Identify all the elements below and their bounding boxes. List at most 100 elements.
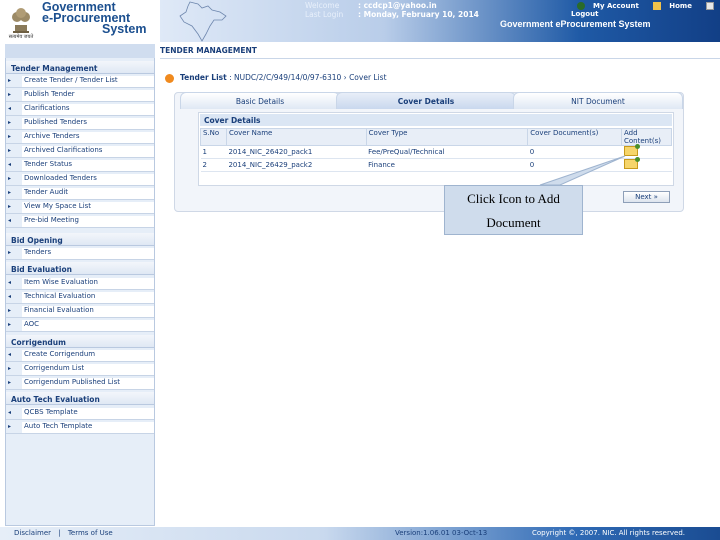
sidebar-item[interactable]: ▸ View My Space List bbox=[6, 200, 154, 214]
sidebar-item[interactable]: ◂ Item Wise Evaluation bbox=[6, 276, 154, 290]
arrow-icon: ▸ bbox=[8, 423, 12, 430]
breadcrumb-leaf: Cover List bbox=[349, 73, 387, 82]
home-icon bbox=[653, 2, 662, 10]
user-icon bbox=[577, 2, 585, 10]
footer-links: Disclaimer | Terms of Use bbox=[14, 529, 113, 537]
sidebar-item-label: Clarifications bbox=[22, 104, 154, 115]
bullet-icon bbox=[165, 73, 174, 83]
disclaimer-link[interactable]: Disclaimer bbox=[14, 529, 51, 537]
cell-cover-name: 2014_NIC_26429_pack2 bbox=[226, 158, 367, 172]
home-link[interactable]: Home bbox=[647, 2, 692, 10]
arrow-icon: ◂ bbox=[8, 351, 12, 358]
column-header-cover-document: Cover Document(s) bbox=[527, 128, 623, 146]
terms-link[interactable]: Terms of Use bbox=[68, 529, 113, 537]
logout-icon bbox=[706, 2, 715, 10]
sidebar-item-label: Publish Tender bbox=[22, 90, 154, 101]
sidebar-item[interactable]: ◂ Technical Evaluation bbox=[6, 290, 154, 304]
sidebar-item[interactable]: ▸ Publish Tender bbox=[6, 88, 154, 102]
sidebar-item[interactable]: ◂ Tender Status bbox=[6, 158, 154, 172]
column-header-sno: S.No bbox=[200, 128, 227, 146]
sidebar-item[interactable]: ▸ Archived Clarifications bbox=[6, 144, 154, 158]
home-label: Home bbox=[669, 2, 692, 10]
sidebar-item[interactable]: ▸ Corrigendum List bbox=[6, 362, 154, 376]
cell-sno: 1 bbox=[200, 145, 227, 159]
footer-separator: | bbox=[58, 529, 61, 537]
sidebar-section-tender-management: Tender Management bbox=[6, 61, 154, 74]
arrow-icon: ◂ bbox=[8, 217, 12, 224]
breadcrumb-separator: › bbox=[343, 73, 347, 82]
sidebar-item[interactable]: ▸ Published Tenders bbox=[6, 116, 154, 130]
table-row: 1 2014_NIC_26420_pack1 Fee/PreQual/Techn… bbox=[200, 144, 672, 159]
cell-cover-type: Finance bbox=[366, 158, 528, 172]
sidebar-item-label: QCBS Template bbox=[22, 408, 154, 419]
sidebar-item[interactable]: ▸ Tenders bbox=[6, 246, 154, 260]
arrow-icon: ▸ bbox=[8, 307, 12, 314]
breadcrumb-root[interactable]: Tender List bbox=[180, 73, 227, 82]
arrow-icon: ▸ bbox=[8, 175, 12, 182]
column-header-cover-name: Cover Name bbox=[225, 128, 367, 146]
sidebar-item-label: Tenders bbox=[22, 248, 154, 259]
sidebar-item[interactable]: ▸ AOC bbox=[6, 318, 154, 332]
column-header-cover-type: Cover Type bbox=[365, 128, 529, 146]
sidebar-item[interactable]: ▸ Tender Audit bbox=[6, 186, 154, 200]
sidebar-item-label: Downloaded Tenders bbox=[22, 174, 154, 185]
tab-cover-details[interactable]: Cover Details bbox=[336, 92, 516, 109]
india-map-icon bbox=[179, 1, 227, 42]
sidebar-item[interactable]: ▸ Create Tender / Tender List bbox=[6, 74, 154, 88]
my-account-link[interactable]: My Account bbox=[571, 2, 639, 10]
cell-cover-name: 2014_NIC_26420_pack1 bbox=[226, 145, 367, 159]
sidebar-item-label: Create Tender / Tender List bbox=[22, 76, 154, 87]
emblem-label: सत्यमेव जयते bbox=[8, 34, 34, 40]
tab-nit-document[interactable]: NIT Document bbox=[513, 92, 683, 109]
welcome-value: : ccdcp1@yahoo.in bbox=[358, 1, 437, 10]
sidebar-item-label: Archived Clarifications bbox=[22, 146, 154, 157]
sidebar-item[interactable]: ◂ QCBS Template bbox=[6, 406, 154, 420]
breadcrumb-ref: : NUDC/2/C/949/14/0/97-6310 bbox=[229, 73, 342, 82]
sidebar-item[interactable]: ◂ Clarifications bbox=[6, 102, 154, 116]
add-document-icon[interactable] bbox=[623, 157, 640, 169]
arrow-icon: ▸ bbox=[8, 379, 12, 386]
welcome-label: Welcome bbox=[305, 1, 340, 10]
arrow-icon: ▸ bbox=[8, 203, 12, 210]
sidebar-section-bid-opening: Bid Opening bbox=[6, 233, 154, 246]
sidebar-item-label: Archive Tenders bbox=[22, 132, 154, 143]
sidebar-item[interactable]: ◂ Pre-bid Meeting bbox=[6, 214, 154, 228]
breadcrumb: Tender List : NUDC/2/C/949/14/0/97-6310 … bbox=[165, 73, 387, 83]
arrow-icon: ▸ bbox=[8, 321, 12, 328]
column-header-add-content: Add Content(s) bbox=[621, 128, 672, 146]
sidebar-item[interactable]: ▸ Corrigendum Published List bbox=[6, 376, 154, 390]
add-document-icon[interactable] bbox=[623, 144, 640, 156]
logo-text: Government e-Procurement System bbox=[42, 1, 147, 36]
arrow-icon: ◂ bbox=[8, 105, 12, 112]
last-login-label: Last Login bbox=[305, 10, 344, 19]
sidebar-item[interactable]: ▸ Downloaded Tenders bbox=[6, 172, 154, 186]
sidebar-item[interactable]: ◂ Create Corrigendum bbox=[6, 348, 154, 362]
tab-basic-details[interactable]: Basic Details bbox=[180, 92, 340, 109]
arrow-icon: ◂ bbox=[8, 409, 12, 416]
arrow-icon: ◂ bbox=[8, 279, 12, 286]
cell-add-content bbox=[621, 144, 672, 159]
sidebar-item[interactable]: ▸ Archive Tenders bbox=[6, 130, 154, 144]
sidebar-item-label: Published Tenders bbox=[22, 118, 154, 129]
sidebar-item-label: Item Wise Evaluation bbox=[22, 278, 154, 289]
table-header-row: S.No Cover Name Cover Type Cover Documen… bbox=[200, 128, 672, 146]
last-login-value: : Monday, February 10, 2014 bbox=[358, 10, 479, 19]
sidebar-item-label: Pre-bid Meeting bbox=[22, 216, 154, 227]
arrow-icon: ▸ bbox=[8, 133, 12, 140]
sidebar-section-corrigendum: Corrigendum bbox=[6, 335, 154, 348]
cover-details-title: Cover Details bbox=[200, 114, 672, 126]
arrow-icon: ▸ bbox=[8, 249, 12, 256]
arrow-icon: ◂ bbox=[8, 293, 12, 300]
sidebar-item[interactable]: ▸ Financial Evaluation bbox=[6, 304, 154, 318]
version-text: Version:1.06.01 03-Oct-13 bbox=[395, 529, 488, 537]
sidebar-item-label: Auto Tech Template bbox=[22, 422, 154, 433]
next-button[interactable]: Next » bbox=[623, 191, 670, 203]
top-links: My Account Home Logout bbox=[565, 2, 720, 18]
arrow-icon: ▸ bbox=[8, 119, 12, 126]
sidebar-item-label: Corrigendum List bbox=[22, 364, 154, 375]
sidebar-item[interactable]: ▸ Auto Tech Template bbox=[6, 420, 154, 434]
logo-line-3: System bbox=[102, 22, 147, 36]
cell-cover-document: 0 bbox=[527, 158, 622, 172]
footer: Disclaimer | Terms of Use Version:1.06.0… bbox=[0, 527, 720, 540]
callout-line-1: Click Icon to Add bbox=[467, 191, 560, 206]
